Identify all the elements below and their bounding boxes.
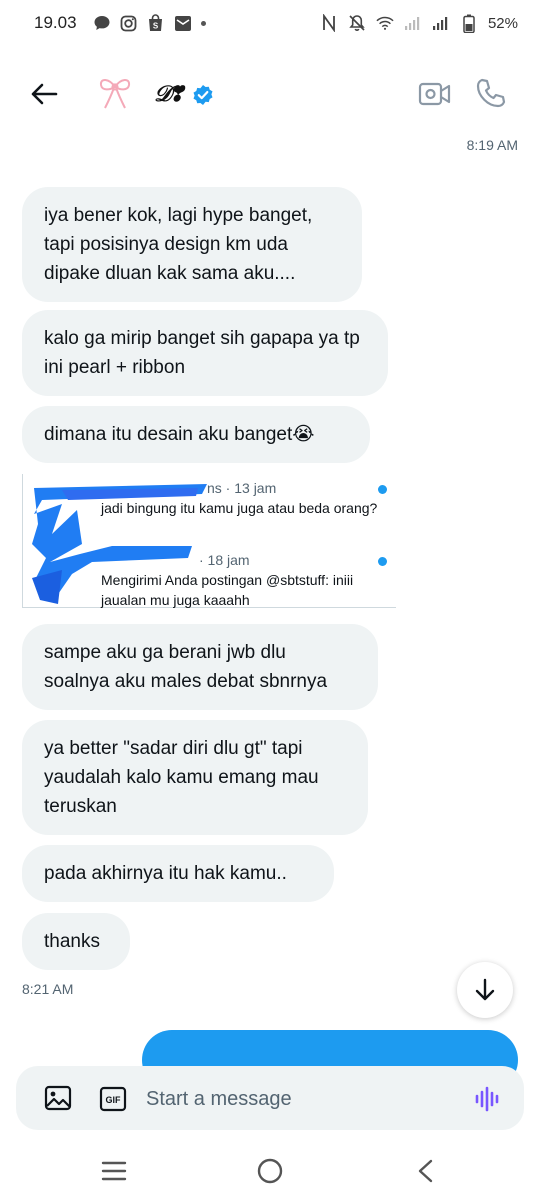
message-bubble[interactable]: pada akhirnya itu hak kamu.. — [22, 845, 334, 902]
unread-dot — [378, 557, 387, 566]
battery-icon — [460, 14, 478, 33]
scroll-to-bottom-button[interactable] — [457, 962, 513, 1018]
message-bubble[interactable]: kalo ga mirip banget sih gapapa ya tp in… — [22, 310, 388, 396]
signal-icon-2 — [432, 14, 450, 32]
mail-icon — [174, 14, 192, 32]
message-bubble[interactable]: iya bener kok, lagi hype banget, tapi po… — [22, 187, 362, 302]
message-timestamp: 8:19 AM — [466, 137, 518, 153]
redaction-scribble — [32, 484, 207, 604]
home-icon[interactable] — [256, 1157, 284, 1185]
recent-apps-icon[interactable] — [100, 1160, 128, 1182]
display-name[interactable]: 𝒟❣ — [154, 81, 183, 107]
gif-icon[interactable]: GIF — [99, 1086, 127, 1112]
message-bubble[interactable]: dimana itu desain aku banget😭 — [22, 406, 370, 463]
status-time: 19.03 — [34, 13, 77, 32]
message-bubble[interactable]: ya better "sadar diri dlu gt" tapi yauda… — [22, 720, 368, 835]
wifi-icon — [376, 14, 394, 32]
arrow-down-icon — [475, 978, 495, 1001]
video-camera-icon — [418, 82, 451, 106]
message-bubble[interactable]: thanks — [22, 913, 130, 970]
nfc-icon — [320, 14, 338, 32]
message-input[interactable] — [146, 1085, 446, 1113]
phone-call-button[interactable] — [474, 76, 508, 110]
conversation-header: 𝒟❣ — [0, 60, 540, 128]
system-navigation-bar — [0, 1140, 540, 1200]
voice-message-icon[interactable] — [472, 1084, 502, 1114]
gif-label: GIF — [106, 1095, 122, 1105]
image-icon[interactable] — [44, 1085, 72, 1111]
mute-icon — [348, 14, 366, 32]
message-timestamp: 8:21 AM — [22, 981, 74, 997]
signal-icon — [404, 14, 422, 32]
status-bar: 19.03 S 52% — [0, 0, 540, 46]
avatar[interactable] — [96, 74, 134, 112]
nav-back-icon[interactable] — [414, 1158, 438, 1184]
chat-icon — [93, 14, 111, 32]
battery-percent: 52% — [487, 14, 518, 32]
svg-text:S: S — [153, 22, 159, 31]
shop-icon: S — [147, 14, 165, 32]
message-bubble[interactable]: sampe aku ga berani jwb dlu soalnya aku … — [22, 624, 378, 710]
message-composer: GIF — [16, 1066, 524, 1130]
instagram-icon — [120, 14, 138, 32]
arrow-left-icon — [31, 83, 58, 105]
ribbon-bow-icon — [99, 79, 131, 109]
video-call-button[interactable] — [418, 78, 452, 110]
phone-icon — [476, 78, 506, 108]
back-button[interactable] — [26, 78, 62, 110]
unread-dot — [378, 485, 387, 494]
verified-badge-icon — [192, 84, 214, 106]
more-notifications-dot — [200, 20, 206, 26]
